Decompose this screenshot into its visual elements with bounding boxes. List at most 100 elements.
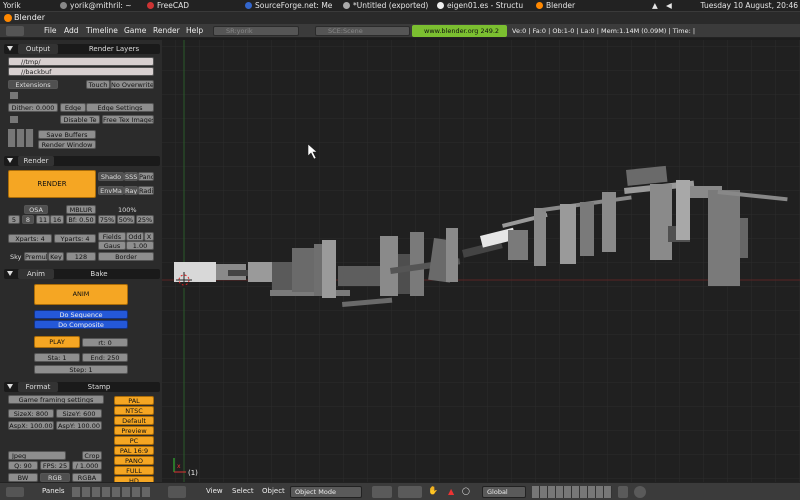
mblur-toggle[interactable]: MBLUR xyxy=(66,205,96,214)
touch-toggle[interactable]: Touch xyxy=(86,80,110,89)
anim-panel-header[interactable]: Anim Bake xyxy=(4,269,160,279)
output-panel-header[interactable]: Output Render Layers xyxy=(4,44,160,54)
lock-icon[interactable] xyxy=(618,486,628,498)
task-blender[interactable]: Blender xyxy=(536,1,596,11)
aspx-field[interactable]: AspX: 100.00 xyxy=(8,421,54,430)
render-panel-header[interactable]: Render xyxy=(4,156,160,166)
premul-toggle[interactable]: Premul xyxy=(24,252,48,261)
format-preset-button[interactable]: PAL xyxy=(114,396,154,405)
tab-bake[interactable]: Bake xyxy=(84,269,114,279)
start-frame-field[interactable]: Sta: 1 xyxy=(34,353,80,362)
blender-url-banner[interactable]: www.blender.org 249.2 xyxy=(412,25,507,37)
gauss-value-field[interactable]: 1.00 xyxy=(126,241,154,250)
no-overwrite-toggle[interactable]: No Overwrite xyxy=(110,80,154,89)
hand-icon[interactable]: ✋ xyxy=(428,486,438,498)
crop-toggle[interactable]: Crop xyxy=(82,451,102,460)
menu-help[interactable]: Help xyxy=(186,26,203,35)
pct-50[interactable]: 50% xyxy=(117,215,135,224)
fps-field[interactable]: FPS: 25 xyxy=(40,461,70,470)
model-part[interactable] xyxy=(248,262,272,282)
tab-render[interactable]: Render xyxy=(18,156,54,166)
menu-select[interactable]: Select xyxy=(232,487,254,495)
osa-5[interactable]: 5 xyxy=(8,215,20,224)
format-preset-button[interactable]: Default xyxy=(114,416,154,425)
dispview-icon[interactable] xyxy=(8,129,34,147)
menu-add[interactable]: Add xyxy=(64,26,79,35)
dither-field[interactable]: Dither: 0.000 xyxy=(8,103,58,112)
disable-tex-toggle[interactable]: Disable Te xyxy=(60,115,100,124)
model-part[interactable] xyxy=(380,236,398,296)
yparts-field[interactable]: Yparts: 4 xyxy=(54,234,96,243)
sizey-field[interactable]: SizeY: 600 xyxy=(56,409,102,418)
game-framing-button[interactable]: Game framing settings xyxy=(8,395,104,404)
border-toggle[interactable]: Border xyxy=(98,252,154,261)
tab-anim[interactable]: Anim xyxy=(18,269,54,279)
pct-75[interactable]: 75% xyxy=(98,215,116,224)
mode-select[interactable]: Object Mode xyxy=(290,486,362,498)
3d-viewport[interactable]: x (1) xyxy=(162,40,800,482)
model-part[interactable] xyxy=(602,192,616,252)
collapse-triangle-icon[interactable] xyxy=(7,158,13,163)
ray-toggle[interactable]: Ray xyxy=(124,186,138,195)
collapse-triangle-icon[interactable] xyxy=(7,46,13,51)
format-preset-button[interactable]: PAL 16:9 xyxy=(114,446,154,455)
model-part[interactable] xyxy=(228,270,248,276)
network-icon[interactable]: ▲ xyxy=(652,1,664,11)
window-type-icon[interactable] xyxy=(168,486,186,498)
backbuf-path-field[interactable]: //backbuf xyxy=(8,67,154,76)
task-office[interactable]: eigen01.es - Structu xyxy=(437,1,534,11)
model-part[interactable] xyxy=(534,208,546,266)
menu-view[interactable]: View xyxy=(206,487,223,495)
collapse-triangle-icon[interactable] xyxy=(7,384,13,389)
window-type-icon[interactable] xyxy=(6,487,24,497)
task-inkscape[interactable]: *Untitled (exported) xyxy=(343,1,435,11)
tab-format[interactable]: Format xyxy=(18,382,58,392)
menu-game[interactable]: Game xyxy=(124,26,146,35)
rt-field[interactable]: rt: 0 xyxy=(82,338,128,347)
volume-icon[interactable]: ◀ xyxy=(666,1,678,11)
do-sequence-toggle[interactable]: Do Sequence xyxy=(34,310,128,319)
odd-toggle[interactable]: Odd xyxy=(126,232,144,241)
osa-11[interactable]: 11 xyxy=(36,215,50,224)
format-preset-button[interactable]: FULL xyxy=(114,466,154,475)
screen-select[interactable]: SR:yorik xyxy=(213,26,299,36)
edge-settings-button[interactable]: Edge Settings xyxy=(86,103,154,112)
clock[interactable]: Tuesday 10 August, 20:46 xyxy=(680,1,798,11)
render-button[interactable]: RENDER xyxy=(8,170,96,198)
window-type-icon[interactable] xyxy=(6,26,24,36)
quality-field[interactable]: Q: 90 xyxy=(8,461,38,470)
format-preset-button[interactable]: PANO xyxy=(114,456,154,465)
osa-toggle[interactable]: OSA xyxy=(24,205,48,214)
extensions-toggle[interactable]: Extensions xyxy=(8,80,58,89)
scene-select[interactable]: SCE:Scene xyxy=(315,26,410,36)
manipulator-icon[interactable]: ▲ xyxy=(448,487,456,497)
rotate-icon[interactable]: ◯ xyxy=(462,487,470,497)
task-terminal[interactable]: yorik@mithril: ~ xyxy=(60,1,140,11)
user-menu[interactable]: Yorik xyxy=(3,1,21,11)
tab-render-layers[interactable]: Render Layers xyxy=(84,44,144,54)
menu-object[interactable]: Object xyxy=(262,487,285,495)
draw-type-icon[interactable] xyxy=(372,486,392,498)
bw-toggle[interactable]: BW xyxy=(8,473,38,482)
rgb-toggle[interactable]: RGB xyxy=(40,473,70,482)
x-toggle[interactable]: X xyxy=(144,232,154,241)
aspy-field[interactable]: AspY: 100.00 xyxy=(56,421,102,430)
model-part[interactable] xyxy=(676,180,690,240)
task-browser[interactable]: SourceForge.net: Me xyxy=(245,1,340,11)
play-button[interactable]: PLAY xyxy=(34,336,80,348)
model-part[interactable] xyxy=(446,228,458,282)
format-preset-button[interactable]: PC xyxy=(114,436,154,445)
panels-menu[interactable]: Panels xyxy=(42,487,65,495)
end-frame-field[interactable]: End: 250 xyxy=(82,353,128,362)
toggle-icon[interactable] xyxy=(10,92,18,99)
format-preset-button[interactable]: NTSC xyxy=(114,406,154,415)
menu-timeline[interactable]: Timeline xyxy=(86,26,118,35)
format-select[interactable]: Jpeg xyxy=(8,451,66,460)
menu-file[interactable]: File xyxy=(44,26,57,35)
model-part[interactable] xyxy=(740,218,748,258)
anim-button[interactable]: ANIM xyxy=(34,284,128,305)
toggle-icon[interactable] xyxy=(10,116,18,123)
fps-base-field[interactable]: / 1.000 xyxy=(72,461,102,470)
viewport-canvas[interactable]: x (1) xyxy=(162,40,800,482)
task-freecad[interactable]: FreeCAD xyxy=(147,1,227,11)
